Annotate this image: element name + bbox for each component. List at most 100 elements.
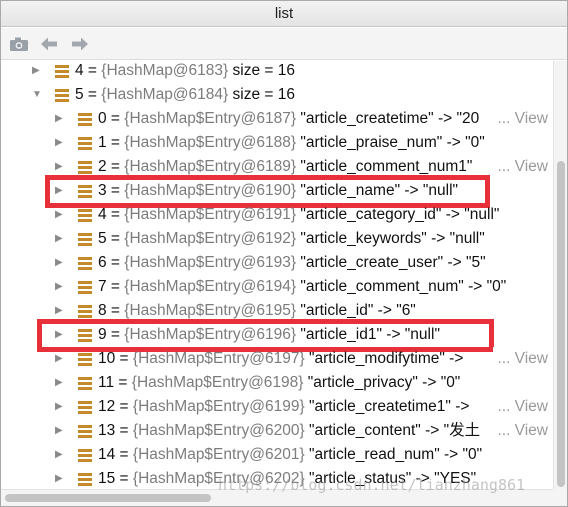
row-value: "article_comment_num1": [300, 158, 473, 175]
tree-row[interactable]: ▶ 14 = {HashMap$Entry@6201} "article_read…: [1, 443, 553, 467]
row-index: 12: [98, 398, 116, 415]
tree-row[interactable]: ▶ 12 = {HashMap$Entry@6199} "article_crea…: [1, 395, 553, 419]
row-value: "article_keywords" -> "null": [300, 230, 485, 247]
row-value: "article_comment_num" -> "0": [300, 278, 507, 295]
collapse-arrow-icon[interactable]: ▼: [32, 83, 46, 107]
row-reference: {HashMap$Entry@6188}: [124, 134, 297, 151]
row-reference: {HashMap$Entry@6191}: [124, 206, 297, 223]
row-reference: {HashMap$Entry@6198}: [131, 374, 304, 391]
tree-row[interactable]: ▶ 11 = {HashMap$Entry@6198} "article_priv…: [1, 371, 553, 395]
row-value: "article_createtime" -> "20: [300, 110, 480, 127]
row-index: 11: [98, 374, 115, 391]
row-index: 14: [98, 446, 116, 463]
row-reference: {HashMap$Entry@6197}: [132, 350, 305, 367]
field-icon: [77, 256, 93, 271]
tree-row[interactable]: ▶ 10 = {HashMap$Entry@6197} "article_modi…: [1, 347, 553, 371]
tree-row[interactable]: ▶ 4 = {HashMap$Entry@6191} "article_categ…: [1, 203, 553, 227]
field-icon: [77, 280, 93, 295]
row-value: size = 16: [232, 86, 295, 103]
view-link[interactable]: ... View: [493, 155, 548, 179]
row-index: 4: [98, 206, 107, 223]
row-value: "article_createtime1" ->: [308, 398, 470, 415]
row-value: size = 16: [232, 62, 295, 79]
tree-row[interactable]: ▶ 7 = {HashMap$Entry@6194} "article_comme…: [1, 275, 553, 299]
back-arrow-icon[interactable]: [38, 34, 60, 54]
view-link[interactable]: ... View: [493, 107, 548, 131]
row-reference: {HashMap$Entry@6192}: [124, 230, 297, 247]
row-reference: {HashMap$Entry@6193}: [124, 254, 297, 271]
field-icon: [77, 112, 93, 127]
tree-row[interactable]: ▶ 4 = {HashMap@6183} size = 16: [1, 61, 553, 83]
expand-arrow-icon[interactable]: ▶: [55, 107, 69, 131]
field-icon: [77, 472, 93, 487]
field-icon: [54, 64, 70, 79]
tree-row[interactable]: ▶ 13 = {HashMap$Entry@6200} "article_cont…: [1, 419, 553, 443]
row-value: "article_create_user" -> "5": [300, 254, 486, 271]
field-icon: [77, 424, 93, 439]
row-index: 5: [98, 230, 107, 247]
expand-arrow-icon[interactable]: ▶: [55, 131, 69, 155]
field-icon: [77, 400, 93, 415]
row-index: 0: [98, 110, 107, 127]
camera-icon[interactable]: [8, 34, 30, 54]
expand-arrow-icon[interactable]: ▶: [55, 227, 69, 251]
tree-row[interactable]: ▶ 0 = {HashMap$Entry@6187} "article_creat…: [1, 107, 553, 131]
variables-tree[interactable]: ▶ 4 = {HashMap@6183} size = 16 ▼ 5 = {HashM…: [1, 61, 553, 489]
row-reference: {HashMap@6184}: [101, 86, 229, 103]
window-title: list: [1, 1, 567, 27]
field-icon: [77, 376, 93, 391]
row-index: 7: [98, 278, 107, 295]
expand-arrow-icon[interactable]: ▶: [32, 61, 46, 83]
vertical-scrollbar-thumb[interactable]: [557, 161, 565, 487]
field-icon: [77, 160, 93, 175]
row-reference: {HashMap@6183}: [101, 62, 229, 79]
row-reference: {HashMap$Entry@6187}: [124, 110, 297, 127]
field-icon: [77, 304, 93, 319]
expand-arrow-icon[interactable]: ▶: [55, 467, 69, 489]
debugger-window: list ▶ 4 = {HashMap@6183} size = 16 ▼ 5 = {…: [0, 0, 568, 507]
tree-row[interactable]: ▶ 5 = {HashMap$Entry@6192} "article_keywo…: [1, 227, 553, 251]
field-icon: [77, 448, 93, 463]
row-value: "article_read_num" -> "0": [308, 446, 483, 463]
expand-arrow-icon[interactable]: ▶: [55, 203, 69, 227]
row-index: 2: [98, 158, 107, 175]
row-index: 15: [98, 470, 116, 487]
row-index: 1: [98, 134, 107, 151]
tree-row[interactable]: ▼ 5 = {HashMap@6184} size = 16: [1, 83, 553, 107]
row-index: 4: [75, 62, 84, 79]
row-reference: {HashMap$Entry@6194}: [124, 278, 297, 295]
expand-arrow-icon[interactable]: ▶: [55, 419, 69, 443]
expand-arrow-icon[interactable]: ▶: [55, 251, 69, 275]
row-value: "article_content" -> "发土: [308, 422, 481, 439]
vertical-scrollbar[interactable]: [553, 61, 567, 489]
forward-arrow-icon[interactable]: [69, 34, 91, 54]
field-icon: [77, 208, 93, 223]
row-value: "article_id" -> "6": [300, 302, 416, 319]
row-index: 10: [98, 350, 116, 367]
expand-arrow-icon[interactable]: ▶: [55, 347, 69, 371]
expand-arrow-icon[interactable]: ▶: [55, 443, 69, 467]
scrollbar-corner: [553, 489, 567, 506]
view-link[interactable]: ... View: [493, 419, 548, 443]
watermark: https://blog.csdn.net/lianzhang861: [218, 476, 526, 494]
toolbar: [1, 28, 567, 60]
view-link[interactable]: ... View: [493, 347, 548, 371]
row-reference: {HashMap$Entry@6189}: [124, 158, 297, 175]
tree-row[interactable]: ▶ 6 = {HashMap$Entry@6193} "article_creat…: [1, 251, 553, 275]
row-reference: {HashMap$Entry@6195}: [124, 302, 297, 319]
field-icon: [54, 88, 70, 103]
row-reference: {HashMap$Entry@6201}: [132, 446, 305, 463]
view-link[interactable]: ... View: [493, 395, 548, 419]
horizontal-scrollbar-thumb[interactable]: [5, 494, 211, 502]
expand-arrow-icon[interactable]: ▶: [55, 275, 69, 299]
row-index: 8: [98, 302, 107, 319]
row-index: 13: [98, 422, 116, 439]
tree-row[interactable]: ▶ 1 = {HashMap$Entry@6188} "article_prais…: [1, 131, 553, 155]
expand-arrow-icon[interactable]: ▶: [55, 371, 69, 395]
row-index: 6: [98, 254, 107, 271]
row-reference: {HashMap$Entry@6200}: [132, 422, 305, 439]
row-reference: {HashMap$Entry@6199}: [132, 398, 305, 415]
row-value: "article_praise_num" -> "0": [300, 134, 485, 151]
expand-arrow-icon[interactable]: ▶: [55, 395, 69, 419]
row-value: "article_privacy" -> "0": [307, 374, 461, 391]
